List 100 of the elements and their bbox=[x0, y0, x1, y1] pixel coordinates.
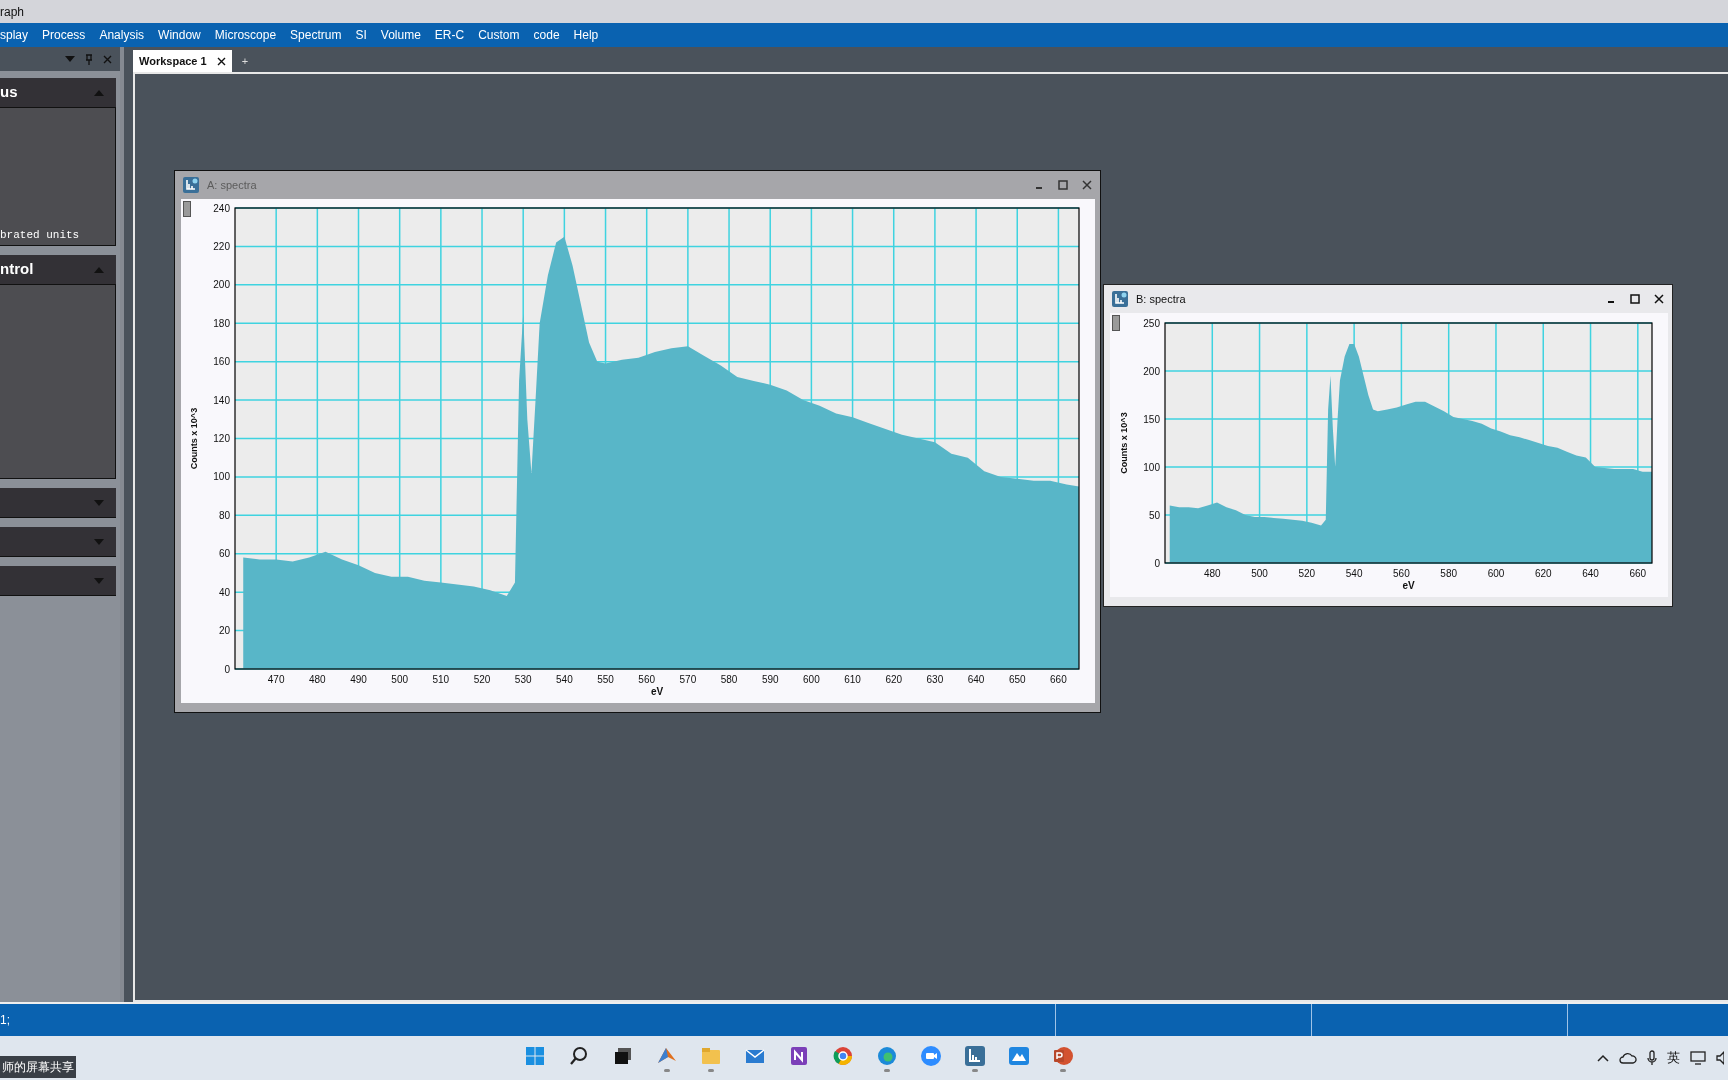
tick-label: 520 bbox=[1298, 568, 1316, 579]
video-call-icon[interactable] bbox=[919, 1044, 942, 1067]
window-title: A: spectra bbox=[207, 177, 257, 193]
tick-label: 580 bbox=[720, 674, 738, 685]
tick-label: 530 bbox=[514, 674, 532, 685]
tick-label: 560 bbox=[638, 674, 656, 685]
axis-label: eV bbox=[1402, 580, 1415, 591]
tick-label: 500 bbox=[1251, 568, 1268, 579]
workspace-tab[interactable]: Workspace 1 bbox=[133, 50, 232, 72]
tick-label: 590 bbox=[761, 674, 779, 685]
tick-label: 40 bbox=[218, 586, 230, 598]
spectrum-app-icon bbox=[183, 177, 199, 193]
presentation-app-icon[interactable] bbox=[1051, 1044, 1074, 1067]
tick-label: 50 bbox=[1148, 509, 1160, 521]
tick-label: 600 bbox=[803, 674, 820, 685]
window-title: B: spectra bbox=[1136, 291, 1186, 307]
close-icon[interactable] bbox=[1654, 294, 1664, 304]
dropdown-icon[interactable] bbox=[65, 56, 75, 62]
tick-label: 480 bbox=[309, 674, 326, 685]
menu-item[interactable]: splay bbox=[0, 26, 28, 44]
tick-label: 650 bbox=[1008, 674, 1026, 685]
spectrum-app-icon bbox=[1112, 291, 1128, 307]
menu-item[interactable]: Window bbox=[158, 26, 201, 44]
tick-label: 610 bbox=[844, 674, 861, 685]
menu-item[interactable]: Microscope bbox=[214, 26, 277, 44]
tick-label: 630 bbox=[926, 674, 944, 685]
close-icon[interactable] bbox=[216, 56, 226, 66]
tick-label: 480 bbox=[1203, 568, 1221, 579]
mountain-app-icon[interactable] bbox=[1007, 1044, 1030, 1067]
tick-label: 0 bbox=[1154, 557, 1160, 569]
tab-label: Workspace 1 bbox=[139, 53, 207, 69]
app-title: raph bbox=[0, 3, 25, 21]
tick-label: 550 bbox=[597, 674, 614, 685]
search-icon[interactable] bbox=[567, 1044, 590, 1067]
tick-label: 80 bbox=[218, 509, 230, 521]
tick-label: 180 bbox=[213, 317, 230, 329]
menu-item[interactable]: Custom bbox=[478, 26, 520, 44]
tick-label: 200 bbox=[1143, 365, 1160, 377]
panel-section-header[interactable]: us bbox=[0, 78, 116, 108]
browser-icon[interactable] bbox=[875, 1044, 898, 1067]
browser-icon[interactable] bbox=[831, 1044, 854, 1067]
status-text: 1; bbox=[0, 1012, 11, 1029]
tick-label: 470 bbox=[267, 674, 285, 685]
menu-item[interactable]: Help bbox=[573, 26, 599, 44]
tick-label: 490 bbox=[350, 674, 367, 685]
input-method-indicator[interactable]: 英 bbox=[1667, 1048, 1680, 1068]
menu-item[interactable]: Volume bbox=[380, 26, 421, 44]
tick-label: 200 bbox=[213, 279, 230, 291]
tick-label: 100 bbox=[213, 471, 230, 483]
chevron-up-icon[interactable] bbox=[1597, 1054, 1609, 1062]
menu-item[interactable]: Analysis bbox=[99, 26, 145, 44]
scroll-handle[interactable] bbox=[1112, 315, 1120, 331]
tick-label: 640 bbox=[1582, 568, 1599, 579]
tick-label: 240 bbox=[213, 202, 230, 214]
tick-label: 510 bbox=[432, 674, 450, 685]
tick-label: 640 bbox=[967, 674, 985, 685]
tick-label: 560 bbox=[1393, 568, 1410, 579]
tick-label: 540 bbox=[556, 674, 573, 685]
new-tab-button[interactable]: + bbox=[241, 52, 249, 72]
tick-label: 660 bbox=[1629, 568, 1647, 579]
tick-label: 540 bbox=[1345, 568, 1363, 579]
speaker-icon[interactable] bbox=[1716, 1051, 1724, 1065]
tick-label: 150 bbox=[1143, 413, 1160, 425]
axis-label: Counts x 10^3 bbox=[189, 407, 199, 470]
tick-label: 600 bbox=[1487, 568, 1505, 579]
spectrum-app-icon[interactable] bbox=[963, 1044, 986, 1067]
screen-share-label: 师的屏幕共享 bbox=[0, 1056, 76, 1078]
tick-label: 100 bbox=[1143, 461, 1160, 473]
tick-label: 580 bbox=[1440, 568, 1458, 579]
tick-label: 620 bbox=[1534, 568, 1552, 579]
menu-item[interactable]: code bbox=[533, 26, 560, 44]
menu-item[interactable]: Spectrum bbox=[290, 26, 342, 44]
axis-label: Counts x 10^3 bbox=[1119, 412, 1129, 474]
panel-section-header[interactable]: ntrol bbox=[0, 255, 116, 285]
tick-label: 620 bbox=[885, 674, 903, 685]
tick-label: 570 bbox=[679, 674, 697, 685]
scroll-handle[interactable] bbox=[183, 201, 191, 217]
tick-label: 220 bbox=[213, 240, 230, 252]
menu-item[interactable]: SI bbox=[355, 26, 367, 44]
tick-label: 250 bbox=[1143, 317, 1160, 329]
windows-logo-icon[interactable] bbox=[523, 1044, 546, 1067]
tick-label: 660 bbox=[1050, 674, 1067, 685]
tick-label: 0 bbox=[224, 663, 230, 675]
pin-icon[interactable] bbox=[85, 53, 93, 65]
tick-label: 120 bbox=[213, 433, 230, 444]
section-title: ntrol bbox=[0, 259, 34, 280]
section-title: us bbox=[0, 82, 18, 103]
tick-label: 520 bbox=[473, 674, 491, 685]
microphone-icon[interactable] bbox=[1647, 1050, 1657, 1066]
maximize-icon[interactable] bbox=[1630, 294, 1640, 304]
cloud-icon[interactable] bbox=[1619, 1052, 1637, 1064]
tick-label: 60 bbox=[218, 548, 230, 560]
tick-label: 500 bbox=[391, 674, 409, 685]
menu-item[interactable]: ER-C bbox=[434, 26, 465, 44]
tick-label: 20 bbox=[218, 625, 230, 637]
tick-label: 160 bbox=[213, 356, 230, 368]
panel-text: brated units bbox=[0, 227, 81, 243]
axis-label: eV bbox=[650, 686, 664, 697]
menu-item[interactable]: Process bbox=[42, 26, 86, 44]
tick-label: 140 bbox=[213, 394, 230, 406]
